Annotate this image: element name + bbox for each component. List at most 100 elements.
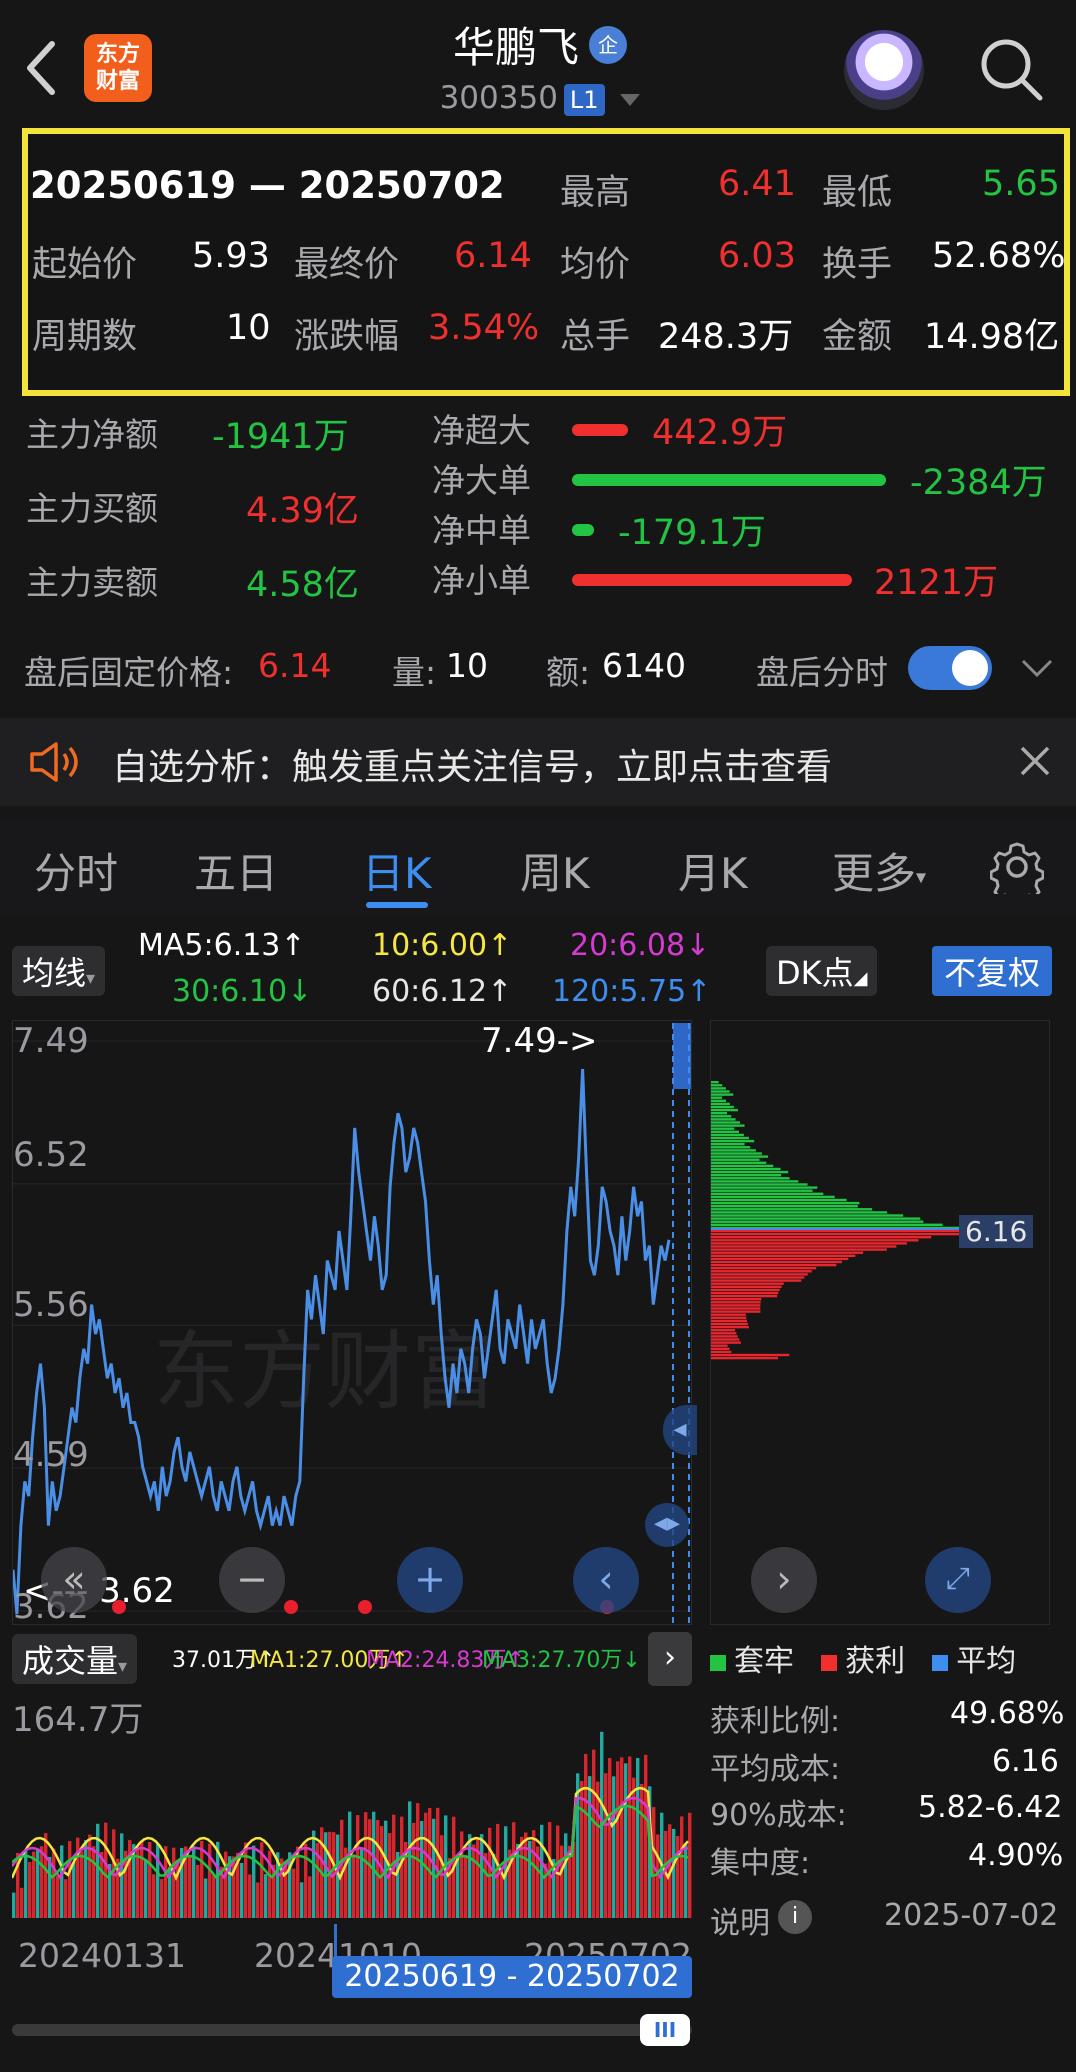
chip-bar bbox=[711, 1198, 847, 1202]
volume-bar bbox=[428, 1808, 432, 1918]
volume-bar bbox=[156, 1843, 160, 1918]
small-label: 净小单 bbox=[432, 561, 531, 600]
main-net-label: 主力净额 bbox=[26, 415, 158, 454]
close-icon[interactable] bbox=[1018, 744, 1052, 778]
chip-bar bbox=[711, 1161, 767, 1164]
volume-bar bbox=[432, 1818, 436, 1918]
volume-bar bbox=[312, 1830, 316, 1918]
drag-handle-icon[interactable]: ◂▸ bbox=[645, 1503, 689, 1547]
tab-weekly-k[interactable]: 周K bbox=[520, 840, 590, 901]
postmarket-toggle[interactable] bbox=[908, 646, 992, 690]
volume-bar bbox=[300, 1882, 304, 1918]
volume-bar bbox=[28, 1862, 32, 1918]
gear-icon[interactable] bbox=[990, 840, 1044, 894]
indicator-selector-label: 均线 bbox=[22, 954, 87, 992]
app-logo[interactable]: 东方 财富 bbox=[84, 34, 152, 102]
volume-bar bbox=[92, 1846, 96, 1918]
zoom-in-button[interactable]: + bbox=[397, 1547, 463, 1613]
postmarket-toggle-label: 盘后分时 bbox=[756, 653, 888, 692]
scroll-left-button[interactable]: ‹ bbox=[573, 1547, 639, 1613]
volume-bar bbox=[304, 1843, 308, 1918]
volume-bar bbox=[468, 1834, 472, 1918]
adjust-mode-button[interactable]: 不复权 bbox=[932, 946, 1053, 996]
stock-code-row[interactable]: 300350 L1 bbox=[330, 80, 750, 116]
chip-bar bbox=[711, 1263, 837, 1267]
chip-bar bbox=[711, 1133, 744, 1137]
tab-monthly-k[interactable]: 月K bbox=[678, 840, 748, 901]
chip-bar bbox=[711, 1211, 888, 1214]
signal-dot[interactable] bbox=[358, 1600, 372, 1614]
dk-point-selector[interactable]: DK点◢ bbox=[766, 946, 878, 996]
chip-bar bbox=[711, 1108, 738, 1112]
volume-bar bbox=[620, 1757, 624, 1918]
chevron-down-icon[interactable] bbox=[1020, 656, 1054, 680]
expand-icon[interactable]: ⤢ bbox=[925, 1547, 991, 1613]
indicator-selector[interactable]: 均线▾ bbox=[12, 946, 106, 996]
logo-text-2: 财富 bbox=[95, 69, 140, 94]
medium-value: -179.1万 bbox=[618, 513, 766, 553]
high-value: 6.41 bbox=[718, 164, 796, 204]
max-price-annotation: 7.49-> bbox=[481, 1021, 598, 1061]
volume-indicator-selector[interactable]: 成交量▾ bbox=[12, 1634, 138, 1684]
level-badge: L1 bbox=[563, 83, 605, 116]
next-indicator-icon[interactable]: › bbox=[648, 1632, 692, 1686]
volume-bar bbox=[680, 1816, 684, 1918]
large-value: -2384万 bbox=[910, 463, 1047, 503]
kline-chart[interactable]: 东方财富 7.49 6.52 5.56 4.59 3.62 7.49-> <--… bbox=[11, 1020, 697, 1627]
small-bar bbox=[572, 574, 852, 586]
chip-bar bbox=[711, 1124, 745, 1127]
large-label: 净大单 bbox=[432, 461, 531, 500]
volume-bar bbox=[24, 1850, 28, 1918]
volume-bar bbox=[204, 1878, 208, 1918]
postmarket-fixed-label: 盘后固定价格: bbox=[24, 653, 234, 692]
stock-title: 华鹏飞 企 bbox=[330, 14, 750, 75]
concentration-value: 4.90% bbox=[968, 1838, 1064, 1873]
avg-label: 均价 bbox=[560, 245, 631, 285]
chip-bar bbox=[711, 1102, 730, 1106]
zoom-out-button[interactable]: − bbox=[219, 1547, 285, 1613]
volume-bar bbox=[200, 1840, 204, 1918]
chip-bar bbox=[711, 1084, 723, 1087]
speaker-icon bbox=[30, 742, 78, 782]
volume-bar bbox=[624, 1763, 628, 1918]
tab-daily-k[interactable]: 日K bbox=[362, 840, 432, 901]
distribution-date: 2025-07-02 bbox=[884, 1898, 1059, 1933]
periods-label: 周期数 bbox=[32, 317, 138, 357]
notice-text: 自选分析：触发重点关注信号，立即点击查看 bbox=[112, 747, 833, 788]
assistant-robot-icon[interactable] bbox=[844, 30, 924, 110]
chip-bar bbox=[711, 1192, 824, 1195]
explain-label[interactable]: 说明 bbox=[710, 1898, 770, 1942]
scrollbar-thumb[interactable]: III bbox=[640, 2014, 690, 2046]
signal-dot[interactable] bbox=[284, 1600, 298, 1614]
next-button[interactable]: › bbox=[751, 1547, 817, 1613]
back-arrow-icon[interactable] bbox=[22, 38, 62, 98]
chip-bar bbox=[711, 1338, 740, 1341]
tab-five-day[interactable]: 五日 bbox=[194, 840, 278, 901]
info-icon[interactable]: i bbox=[778, 1900, 812, 1934]
chip-bar bbox=[711, 1260, 842, 1264]
volume-chart: 164.7万 bbox=[10, 1690, 692, 1920]
volume-bar bbox=[32, 1851, 36, 1918]
volume-bar bbox=[368, 1819, 372, 1918]
volume-bar bbox=[524, 1832, 528, 1918]
chip-bar bbox=[711, 1130, 739, 1133]
enterprise-badge: 企 bbox=[589, 25, 627, 64]
chip-bar bbox=[711, 1201, 860, 1205]
volume-bar bbox=[636, 1757, 640, 1918]
volume-label: 总手 bbox=[560, 317, 631, 357]
medium-bar bbox=[572, 524, 594, 536]
chip-bar bbox=[711, 1310, 761, 1313]
timeline-scrollbar[interactable] bbox=[12, 2024, 692, 2036]
volume-bar bbox=[152, 1874, 156, 1918]
notice-bar[interactable]: 自选分析：触发重点关注信号，立即点击查看 bbox=[0, 718, 1076, 806]
chip-bar bbox=[711, 1267, 817, 1270]
rewind-button[interactable]: « bbox=[41, 1547, 107, 1613]
chip-bar bbox=[711, 1242, 907, 1245]
volume-bar bbox=[140, 1841, 144, 1918]
chip-bar bbox=[711, 1298, 762, 1301]
main-sell-value: 4.58亿 bbox=[246, 565, 359, 605]
tab-intraday[interactable]: 分时 bbox=[34, 840, 118, 901]
low-label: 最低 bbox=[822, 173, 893, 213]
search-icon[interactable] bbox=[978, 36, 1044, 102]
tab-more[interactable]: 更多▾ bbox=[832, 840, 926, 901]
